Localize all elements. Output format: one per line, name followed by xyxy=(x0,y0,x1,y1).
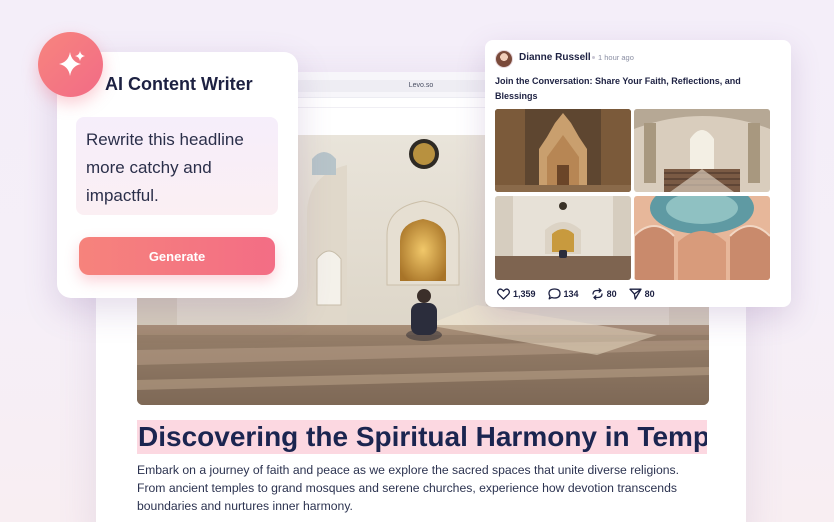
generate-button[interactable]: Generate xyxy=(79,237,275,275)
church-image[interactable] xyxy=(634,109,770,192)
mosque-image[interactable] xyxy=(495,196,631,280)
avatar[interactable] xyxy=(495,50,513,68)
separator-dot xyxy=(592,56,595,59)
temple-image[interactable] xyxy=(495,109,631,192)
dome-image[interactable] xyxy=(634,196,770,280)
comment-count: 134 xyxy=(563,289,579,299)
post-stats: 1,359 134 80 80 xyxy=(497,287,655,301)
comment-stat[interactable]: 134 xyxy=(547,288,579,300)
heart-icon xyxy=(497,288,510,300)
article-body: Embark on a journey of faith and peace a… xyxy=(137,463,679,513)
send-icon xyxy=(628,288,642,300)
post-timestamp: 1 hour ago xyxy=(598,53,634,62)
like-count: 1,359 xyxy=(513,289,536,299)
sparkle-icon xyxy=(38,32,103,97)
prompt-input[interactable]: Rewrite this headline more catchy and im… xyxy=(76,117,278,215)
comment-icon xyxy=(547,288,561,300)
article-title[interactable]: Discovering the Spiritual Harmony in Tem… xyxy=(137,420,707,454)
repost-count: 80 xyxy=(606,289,617,299)
post-author[interactable]: Dianne Russell xyxy=(519,52,591,63)
share-stat[interactable]: 80 xyxy=(628,288,655,300)
like-stat[interactable]: 1,359 xyxy=(497,288,536,300)
repost-icon xyxy=(591,288,603,300)
share-count: 80 xyxy=(644,289,655,299)
repost-stat[interactable]: 80 xyxy=(591,288,617,300)
social-post-card: Dianne Russell 1 hour ago Join the Conve… xyxy=(485,40,791,307)
ai-writer-title: AI Content Writer xyxy=(105,74,253,94)
post-text: Join the Conversation: Share Your Faith,… xyxy=(495,76,741,101)
